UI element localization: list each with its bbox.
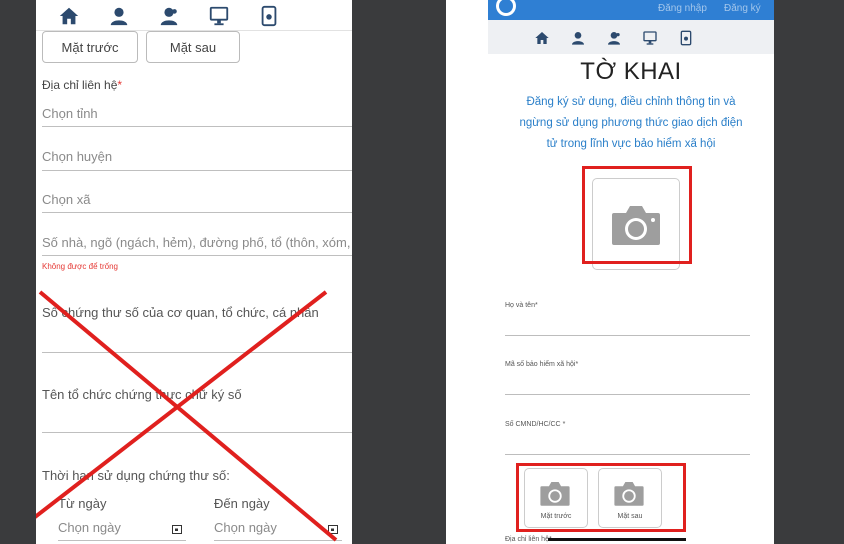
address-label: Địa chỉ liên hệ* (505, 536, 552, 543)
id-number-label: Số CMND/HC/CC * (505, 421, 566, 428)
background-right-strip (774, 0, 844, 544)
monitor-icon[interactable] (642, 30, 658, 46)
fullname-input[interactable] (505, 335, 750, 336)
app-header: Đăng nhập Đăng ký (488, 0, 774, 20)
register-link[interactable]: Đăng ký (724, 3, 761, 14)
fullname-label: Họ và tên* (505, 302, 538, 309)
red-cross-annotation (36, 290, 338, 542)
red-highlight-box (582, 166, 692, 264)
red-highlight-box (516, 463, 686, 532)
background-middle-left (352, 0, 446, 544)
id-number-input[interactable] (505, 454, 750, 455)
page-subtitle: Đăng ký sử dụng, điều chỉnh thông tin và… (519, 96, 743, 150)
background-middle-right (446, 0, 488, 544)
logo-icon (496, 0, 516, 16)
background-left-strip (0, 0, 36, 544)
page-title: TỜ KHAI (580, 58, 682, 85)
insurance-code-input[interactable] (505, 394, 750, 395)
top-nav-bar (488, 20, 774, 54)
user-icon[interactable] (570, 30, 586, 46)
login-link[interactable]: Đăng nhập (658, 3, 707, 14)
home-icon[interactable] (534, 30, 550, 46)
left-phone-screenshot: Mặt trước Mặt sau Địa chỉ liên hệ* Chọn … (36, 0, 352, 544)
document-icon[interactable] (678, 30, 694, 46)
users-icon[interactable] (606, 30, 622, 46)
insurance-code-label: Mã số bảo hiểm xã hội* (505, 361, 579, 368)
redaction-bar (548, 538, 686, 541)
right-phone-screenshot: Đăng nhập Đăng ký TỜ KHAI Đăng ký sử dụn… (488, 0, 774, 544)
